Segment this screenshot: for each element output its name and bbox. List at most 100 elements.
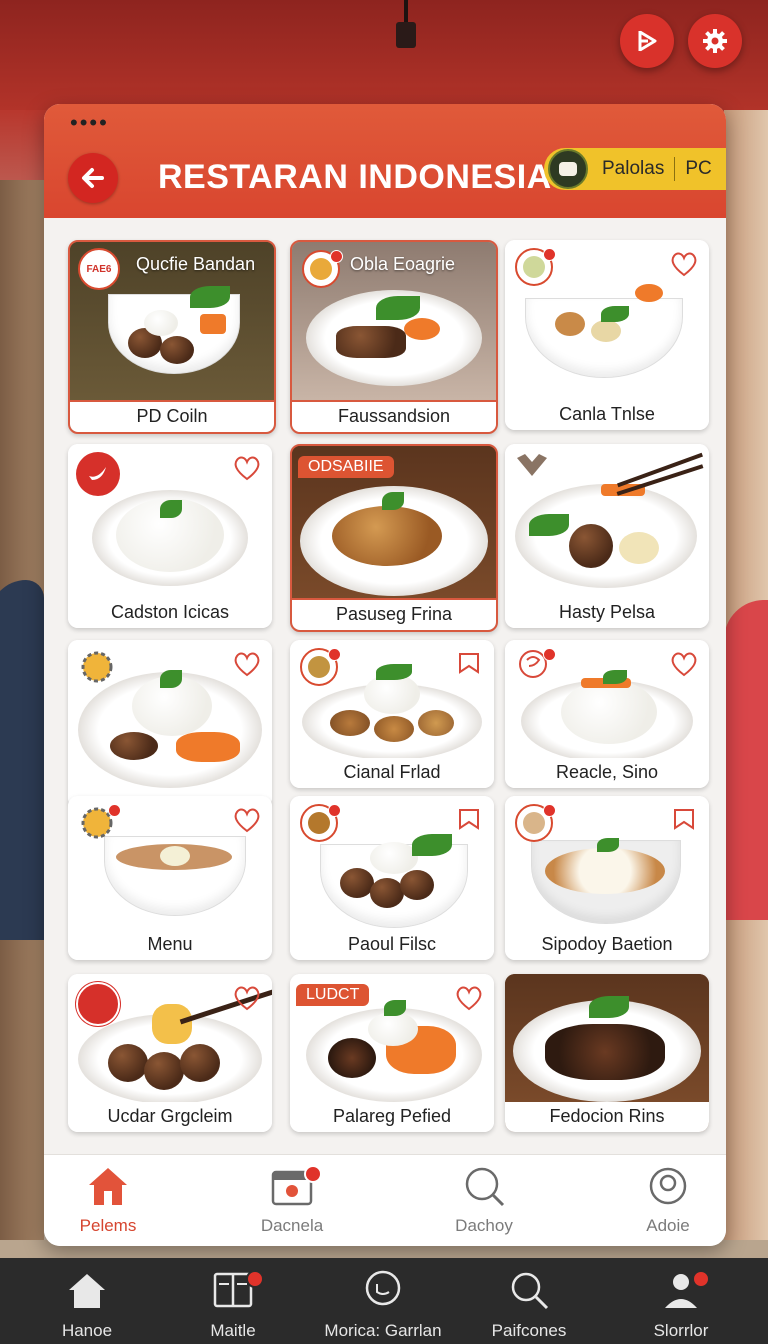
- card-heading: Obla Eoagrie: [350, 254, 456, 274]
- background-lamp-cord: [404, 0, 408, 24]
- sys-tab-home[interactable]: Hanoe: [12, 1268, 162, 1341]
- sys-label: Morica: Garrlan: [324, 1321, 442, 1340]
- dish-name: Menu: [68, 930, 272, 960]
- sys-tab-chat[interactable]: Morica: Garrlan: [308, 1268, 458, 1341]
- dish-card[interactable]: LUDCT Palareg Pefied: [290, 974, 494, 1132]
- heart-icon[interactable]: [232, 984, 262, 1012]
- bookmark-icon[interactable]: [454, 806, 484, 834]
- gear-badge-icon: [81, 651, 113, 683]
- dish-card[interactable]: Menu: [68, 796, 272, 960]
- back-button[interactable]: [68, 153, 118, 203]
- category-badge-icon: [76, 982, 120, 1026]
- sys-tab-search[interactable]: Paifcones: [454, 1268, 604, 1341]
- home-icon: [69, 1274, 105, 1308]
- notification-dot: [328, 648, 341, 661]
- notification-dot: [330, 250, 343, 263]
- dish-card[interactable]: Canla Tnlse: [505, 240, 709, 430]
- nav-label: Pelems: [79, 1216, 137, 1235]
- nav-label: Dacnela: [260, 1216, 324, 1235]
- dish-card[interactable]: Paoul Filsc: [290, 796, 494, 960]
- dish-name: Hasty Pelsa: [505, 598, 709, 628]
- app-bottom-nav: Pelems Dacnela Dachoy Adoie: [44, 1154, 726, 1246]
- sys-label: Maitle: [210, 1321, 256, 1340]
- search-icon: [511, 1272, 549, 1310]
- app-panel: •••• RESTARAN INDONESIA Palolas PC FAE6 …: [44, 104, 726, 1246]
- nav-tab-adoie[interactable]: Adoie: [608, 1163, 726, 1236]
- dish-name: Cianal Frlad: [290, 758, 494, 788]
- window-dots: ••••: [70, 110, 109, 135]
- background-person-left: [0, 580, 44, 940]
- sys-label: Paifcones: [491, 1321, 567, 1340]
- background-lamp: [396, 22, 416, 48]
- card-heading: Qucfie Bandan: [136, 254, 256, 274]
- dish-name: Ucdar Grgcleim: [68, 1102, 272, 1132]
- dish-card[interactable]: Reacle, Sino: [505, 640, 709, 788]
- dish-name: PD Coiln: [70, 400, 274, 432]
- heart-icon[interactable]: [669, 650, 699, 678]
- dish-card[interactable]: Sipodoy Baetion: [505, 796, 709, 960]
- dish-name: Cadston Icicas: [68, 598, 272, 628]
- dish-card[interactable]: Fedocion Rins: [505, 974, 709, 1132]
- nav-label: Adoie: [646, 1216, 690, 1235]
- heart-icon[interactable]: [232, 806, 262, 834]
- nav-tab-dachoy[interactable]: Dachoy: [424, 1163, 544, 1236]
- notification-dot: [543, 648, 556, 661]
- pill-label-secondary: PC: [685, 158, 712, 179]
- share-button[interactable]: [620, 14, 674, 68]
- dish-name: Sipodoy Baetion: [505, 930, 709, 960]
- brand-badge-icon: FAE6: [78, 248, 120, 290]
- nav-tab-dacnela[interactable]: Dacnela: [232, 1163, 352, 1236]
- notification-dot: [543, 804, 556, 817]
- shell-icon: [517, 454, 547, 476]
- heart-icon[interactable]: [232, 454, 262, 482]
- dish-name: Palareg Pefied: [290, 1102, 494, 1132]
- bookmark-icon[interactable]: [454, 650, 484, 678]
- sys-label: Slorrlor: [653, 1321, 709, 1340]
- heart-icon[interactable]: [232, 650, 262, 678]
- notification-dot: [543, 248, 556, 261]
- notification-dot: [692, 1270, 710, 1288]
- back-arrow-icon: [82, 168, 104, 188]
- dish-card[interactable]: Cianal Frlad: [290, 640, 494, 788]
- dish-card[interactable]: Obla Eoagrie Faussandsion: [290, 240, 498, 434]
- dish-card[interactable]: [68, 640, 272, 808]
- bookmark-icon[interactable]: [669, 806, 699, 834]
- background-person-right: [724, 600, 768, 920]
- search-icon: [465, 1167, 505, 1207]
- dish-name: Paoul Filsc: [290, 930, 494, 960]
- sys-label: Hanoe: [61, 1321, 113, 1340]
- dish-card[interactable]: Ucdar Grgcleim: [68, 974, 272, 1132]
- dish-name: Fedocion Rins: [505, 1102, 709, 1132]
- profile-icon: [649, 1167, 687, 1205]
- sys-tab-maitle[interactable]: Maitle: [158, 1268, 308, 1341]
- account-pill[interactable]: Palolas PC: [544, 148, 726, 190]
- dish-name: Faussandsion: [292, 400, 496, 432]
- brand-logo-icon: [548, 149, 588, 189]
- dish-card[interactable]: Cadston Icicas: [68, 444, 272, 628]
- notification-dot: [328, 804, 341, 817]
- share-icon: [638, 30, 657, 52]
- promo-ribbon: LUDCT: [296, 984, 370, 1006]
- heart-icon[interactable]: [454, 984, 484, 1012]
- dish-card[interactable]: Hasty Pelsa: [505, 444, 709, 628]
- dish-name: Reacle, Sino: [505, 758, 709, 788]
- chat-icon: [365, 1270, 401, 1306]
- bird-badge-icon: [76, 452, 120, 496]
- heart-icon[interactable]: [669, 250, 699, 278]
- dish-image: [505, 974, 709, 1102]
- app-header: •••• RESTARAN INDONESIA Palolas PC: [44, 104, 726, 218]
- pill-label: Palolas: [602, 158, 665, 179]
- dish-card[interactable]: ODSABIIE Pasuseg Frina: [290, 444, 498, 632]
- notification-dot: [246, 1270, 264, 1288]
- notification-dot: [108, 804, 121, 817]
- system-bottom-nav: Hanoe Maitle Morica: Garrlan Paifcones S…: [0, 1258, 768, 1344]
- page-title: RESTARAN INDONESIA: [158, 158, 552, 196]
- dish-name: Pasuseg Frina: [292, 598, 496, 630]
- dish-grid: FAE6 Qucfie Bandan PD Coiln Obla Eoagrie…: [44, 222, 726, 1142]
- settings-button[interactable]: [688, 14, 742, 68]
- dish-card[interactable]: FAE6 Qucfie Bandan PD Coiln: [68, 240, 276, 434]
- gear-icon: [703, 29, 727, 53]
- nav-tab-pelems[interactable]: Pelems: [48, 1163, 168, 1236]
- nav-label: Dachoy: [455, 1216, 513, 1235]
- sys-tab-user[interactable]: Slorrlor: [606, 1268, 756, 1341]
